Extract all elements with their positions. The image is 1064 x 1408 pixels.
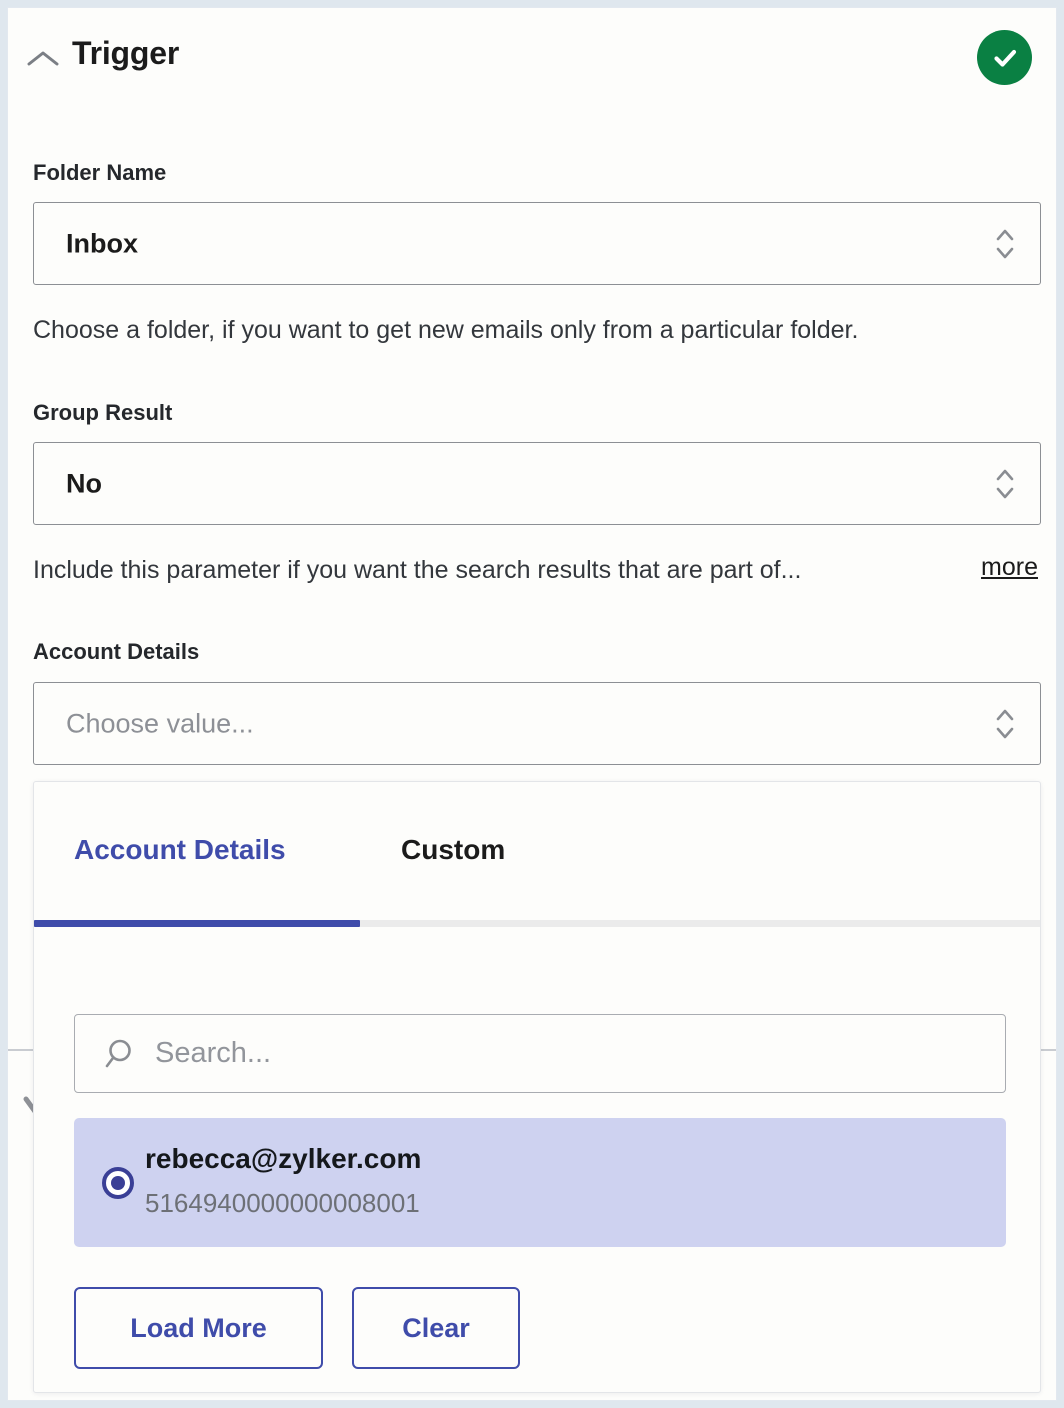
background-divider-left (8, 1049, 33, 1051)
group-result-value: No (66, 468, 102, 498)
radio-selected-icon[interactable] (99, 1164, 137, 1202)
account-details-select[interactable]: Choose value... (33, 682, 1041, 765)
chevron-up-down-icon[interactable] (994, 224, 1016, 264)
list-item[interactable]: rebecca@zylker.com 5164940000000008001 (74, 1118, 1006, 1247)
folder-name-help: Choose a folder, if you want to get new … (33, 316, 859, 344)
group-result-label: Group Result (33, 400, 173, 425)
background-divider-right (1041, 1049, 1056, 1051)
group-result-select[interactable]: No (33, 442, 1041, 525)
list-item-title: rebecca@zylker.com (145, 1143, 422, 1174)
search-field[interactable] (74, 1014, 1006, 1093)
chevron-up-down-icon[interactable] (994, 464, 1016, 504)
chevron-up-down-icon[interactable] (994, 704, 1016, 744)
folder-name-select[interactable]: Inbox (33, 202, 1041, 285)
account-details-label: Account Details (33, 639, 200, 664)
check-icon (993, 49, 1016, 67)
status-badge (977, 30, 1032, 85)
group-result-help: Include this parameter if you want the s… (33, 556, 802, 584)
load-more-button[interactable]: Load More (74, 1287, 323, 1369)
tab-active-indicator (34, 920, 360, 927)
tab-custom[interactable]: Custom (401, 834, 505, 866)
more-link[interactable]: more (981, 553, 1038, 582)
trigger-panel: Trigger Folder Name Inbox Choose a folde… (7, 7, 1057, 1401)
account-details-dropdown: Account Details Custom rebecca@zylker (33, 781, 1041, 1393)
clear-button[interactable]: Clear (352, 1287, 520, 1369)
folder-name-label: Folder Name (33, 160, 167, 185)
folder-name-value: Inbox (66, 228, 138, 258)
panel-header: Trigger (8, 8, 1056, 108)
search-icon (99, 1035, 137, 1073)
search-input[interactable] (155, 1015, 995, 1092)
page-title: Trigger (72, 35, 180, 71)
dropdown-tabs: Account Details Custom (34, 782, 1040, 929)
list-item-subtitle: 5164940000000008001 (145, 1188, 420, 1218)
account-details-value: Choose value... (66, 708, 254, 738)
chevron-up-icon[interactable] (26, 42, 60, 76)
tab-account-details[interactable]: Account Details (74, 834, 286, 866)
